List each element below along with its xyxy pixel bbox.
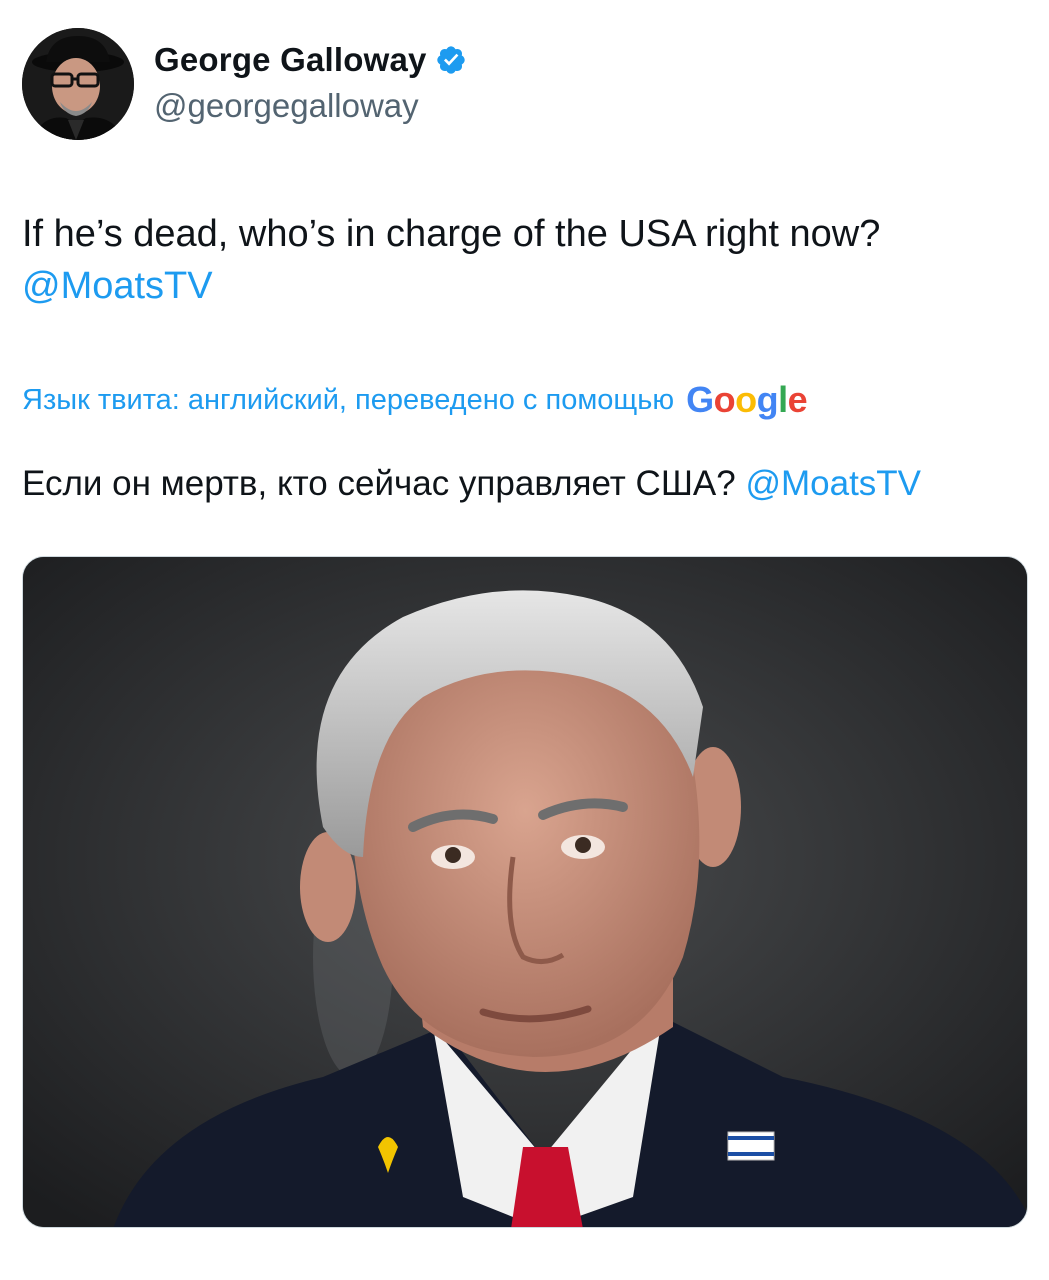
author-handle[interactable]: @georgegalloway [154, 83, 467, 129]
tweet-text-line: If he’s dead, who’s in charge of the USA… [22, 213, 881, 255]
verified-badge-icon [435, 44, 467, 76]
tweet-media-photo[interactable] [22, 556, 1028, 1228]
translated-text-body: Если он мертв, кто сейчас управляет США? [22, 464, 736, 503]
translated-mention-link[interactable]: @MoatsTV [745, 464, 921, 503]
tweet-header: George Galloway @georgegalloway [22, 28, 467, 140]
avatar[interactable] [22, 28, 134, 140]
translation-note-text: Язык твита: английский, переведено с пом… [22, 383, 675, 416]
tweet-text: If he’s dead, who’s in charge of the USA… [22, 208, 1022, 312]
google-logo: Google [686, 379, 808, 420]
author-names: George Galloway @georgegalloway [154, 39, 467, 129]
display-name[interactable]: George Galloway [154, 39, 427, 81]
translated-text: Если он мертв, кто сейчас управляет США?… [22, 460, 921, 508]
mention-link[interactable]: @MoatsTV [22, 260, 1022, 312]
display-name-row: George Galloway [154, 39, 467, 81]
translation-note[interactable]: Язык твита: английский, переведено с пом… [22, 379, 808, 420]
